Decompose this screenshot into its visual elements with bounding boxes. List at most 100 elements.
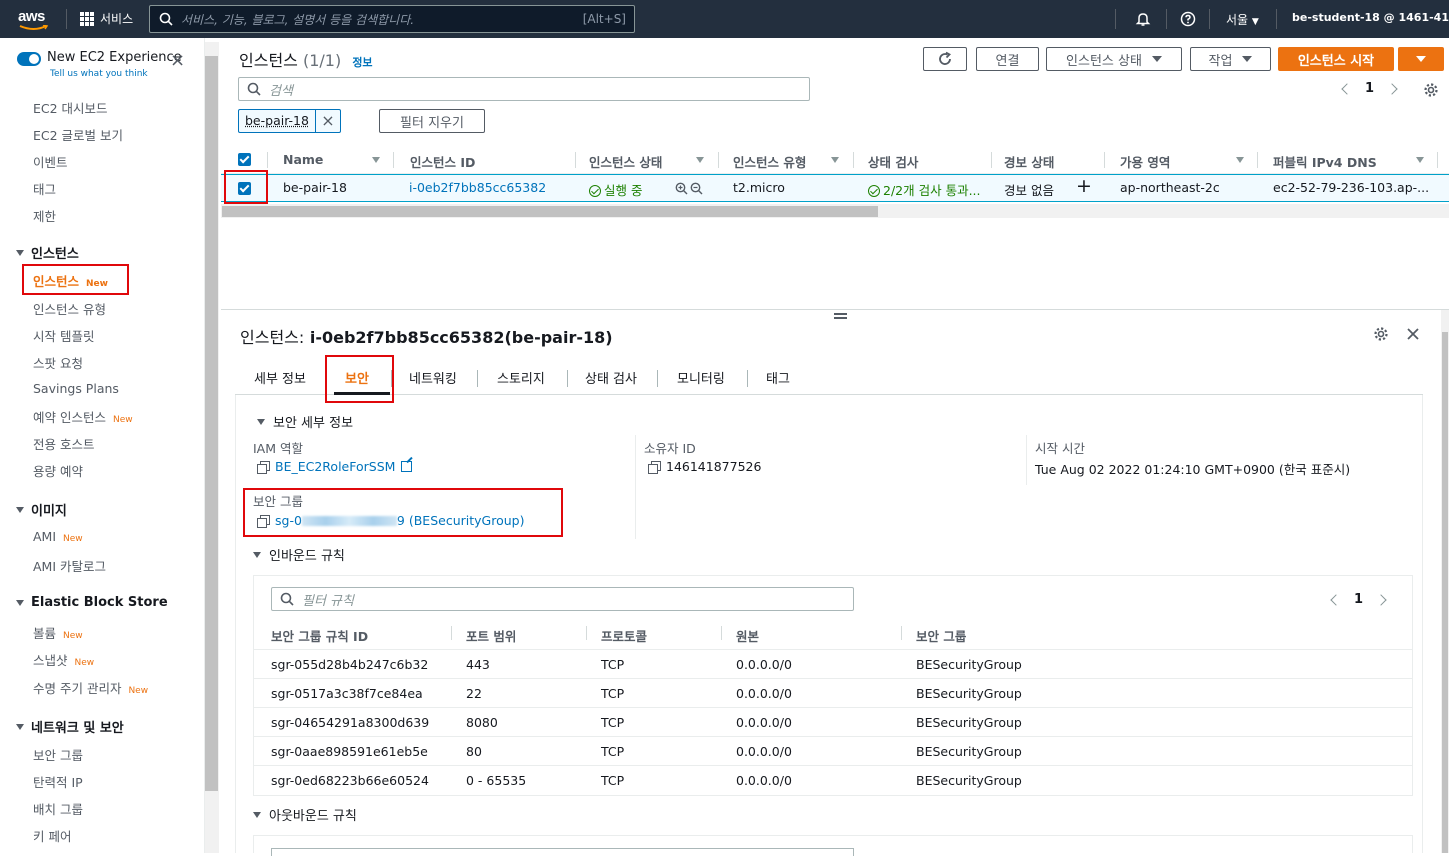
iam-role-link[interactable]: BE_EC2RoleForSSM [275,459,395,474]
sidebar-item-key-pairs[interactable]: 키 페어 [33,826,71,845]
column-header-name[interactable]: Name [283,152,323,167]
sidebar-scrollbar-thumb[interactable] [205,56,218,791]
sidebar-item-limits[interactable]: 제한 [33,206,56,225]
select-all-checkbox[interactable] [238,153,251,166]
column-header-public-dns[interactable]: 퍼블릭 IPv4 DNS [1273,152,1377,171]
close-icon[interactable]: × [316,110,340,132]
account-menu[interactable]: be-student-18 @ 1461-4187-75 [1292,11,1449,24]
sidebar-item-lifecycle-manager[interactable]: 수명 주기 관리자 New [33,678,148,697]
sidebar-item-spot-requests[interactable]: 스팟 요청 [33,353,83,372]
services-menu-button[interactable]: 서비스 [80,10,133,27]
rule-filter-input[interactable]: 필터 규칙 [271,587,854,611]
new-experience-toggle[interactable] [17,52,41,66]
tab-tags[interactable]: 태그 [766,368,790,387]
column-header-port-range[interactable]: 포트 범위 [466,626,516,645]
instance-id-link[interactable]: i-0eb2f7bb85cc65382 [409,180,546,195]
sidebar-section-instances[interactable]: 인스턴스 [16,243,79,262]
region-selector[interactable]: 서울 ▼ [1226,11,1259,28]
close-icon[interactable]: × [170,52,185,70]
actions-button[interactable]: 작업 [1190,47,1271,71]
chevron-left-icon[interactable] [1330,593,1342,606]
tab-monitoring[interactable]: 모니터링 [677,368,725,387]
column-header-instance-id[interactable]: 인스턴스 ID [410,152,475,171]
sidebar-section-network-security[interactable]: 네트워크 및 보안 [16,717,124,736]
sidebar-item-dedicated-hosts[interactable]: 전용 호스트 [33,434,94,453]
sidebar-item-reserved-instances[interactable]: 예약 인스턴스 New [33,407,133,426]
status-check-text[interactable]: 2/2개 검사 통과... [883,183,980,198]
sidebar-item-tags[interactable]: 태그 [33,179,56,198]
inbound-rules-header[interactable]: 인바운드 규칙 [253,545,345,564]
info-link[interactable]: 정보 [352,56,372,69]
launch-instances-button[interactable]: 인스턴스 시작 [1278,47,1394,71]
caret-down-icon[interactable] [372,157,380,163]
instance-state-button[interactable]: 인스턴스 상태 [1046,47,1182,71]
sidebar-item-instance-types[interactable]: 인스턴스 유형 [33,299,106,318]
column-header-protocol[interactable]: 프로토콜 [601,626,647,645]
column-header-status-check[interactable]: 상태 검사 [868,152,918,171]
caret-down-icon[interactable] [696,157,704,163]
chevron-right-icon[interactable] [1386,82,1398,95]
sidebar-item-elastic-ips[interactable]: 탄력적 IP [33,772,83,791]
sidebar-section-images[interactable]: 이미지 [16,500,67,519]
sidebar-item-snapshots[interactable]: 스냅샷 New [33,650,94,669]
launch-dropdown-button[interactable] [1398,47,1444,71]
sidebar-item-volumes[interactable]: 볼륨 New [33,623,83,642]
sidebar-item-ami[interactable]: AMI New [33,529,83,544]
chevron-left-icon[interactable] [1341,82,1353,95]
caret-down-icon[interactable] [831,157,839,163]
sidebar-item-savings-plans[interactable]: Savings Plans [33,381,119,396]
sidebar-item-ec2-global-view[interactable]: EC2 글로벌 보기 [33,125,123,144]
copy-icon[interactable] [257,460,270,474]
zoom-icon[interactable] [675,182,705,196]
tab-storage[interactable]: 스토리지 [497,368,545,387]
column-header-source[interactable]: 원본 [736,626,759,645]
clear-filters-button[interactable]: 필터 지우기 [379,109,485,133]
scrollbar-thumb[interactable] [222,206,878,217]
caret-down-icon[interactable] [1236,157,1244,163]
help-icon[interactable] [1180,11,1196,27]
feedback-link[interactable]: Tell us what you think [50,69,148,79]
close-icon[interactable] [1405,326,1421,342]
split-divider[interactable] [221,309,1449,310]
gear-icon[interactable] [1423,82,1439,98]
caret-down-icon[interactable] [1416,157,1424,163]
copy-icon[interactable] [648,460,661,474]
bell-icon[interactable] [1135,11,1151,27]
filter-token[interactable]: be-pair-18 × [238,109,341,133]
sidebar-item-security-groups[interactable]: 보안 그룹 [33,745,83,764]
sidebar-item-capacity-reservations[interactable]: 용량 예약 [33,461,83,480]
page-number[interactable]: 1 [1365,81,1374,96]
connect-button[interactable]: 연결 [976,47,1039,71]
aws-logo[interactable]: aws [18,8,50,30]
chevron-right-icon[interactable] [1375,593,1387,606]
sidebar-section-ebs[interactable]: Elastic Block Store [16,595,168,610]
external-link-icon[interactable] [401,461,413,472]
tab-networking[interactable]: 네트워킹 [409,368,457,387]
sidebar-item-placement-groups[interactable]: 배치 그룹 [33,799,83,818]
sidebar-item-launch-templates[interactable]: 시작 템플릿 [33,326,94,345]
resize-handle-icon[interactable] [834,313,847,319]
table-horizontal-scrollbar[interactable] [221,204,1449,218]
plus-icon[interactable]: + [1076,175,1092,197]
table-row[interactable]: be-pair-18 i-0eb2f7bb85cc65382 실행 중 t2.m… [221,174,1449,202]
column-header-security-group[interactable]: 보안 그룹 [916,626,966,645]
global-search-input[interactable]: 서비스, 기능, 블로그, 설명서 등을 검색합니다. [Alt+S] [149,5,635,33]
gear-icon[interactable] [1373,326,1389,342]
sidebar-item-ami-catalog[interactable]: AMI 카탈로그 [33,556,106,575]
security-details-header[interactable]: 보안 세부 정보 [257,412,353,431]
page-number[interactable]: 1 [1354,592,1363,607]
column-header-instance-type[interactable]: 인스턴스 유형 [733,152,806,171]
instances-search-input[interactable]: 검색 [238,77,810,101]
details-scrollbar-thumb[interactable] [1442,332,1448,853]
outbound-filter-input[interactable] [271,848,854,856]
sidebar-item-ec2-dashboard[interactable]: EC2 대시보드 [33,98,108,117]
column-header-rule-id[interactable]: 보안 그룹 규칙 ID [271,626,368,645]
column-header-alarm-status[interactable]: 경보 상태 [1004,152,1054,171]
refresh-button[interactable] [923,47,967,71]
sidebar-item-events[interactable]: 이벤트 [33,152,68,171]
outbound-rules-header[interactable]: 아웃바운드 규칙 [253,805,357,824]
tab-details[interactable]: 세부 정보 [254,368,306,387]
column-header-instance-state[interactable]: 인스턴스 상태 [589,152,662,171]
column-header-availability-zone[interactable]: 가용 영역 [1120,152,1170,171]
tab-status-checks[interactable]: 상태 검사 [585,368,637,387]
